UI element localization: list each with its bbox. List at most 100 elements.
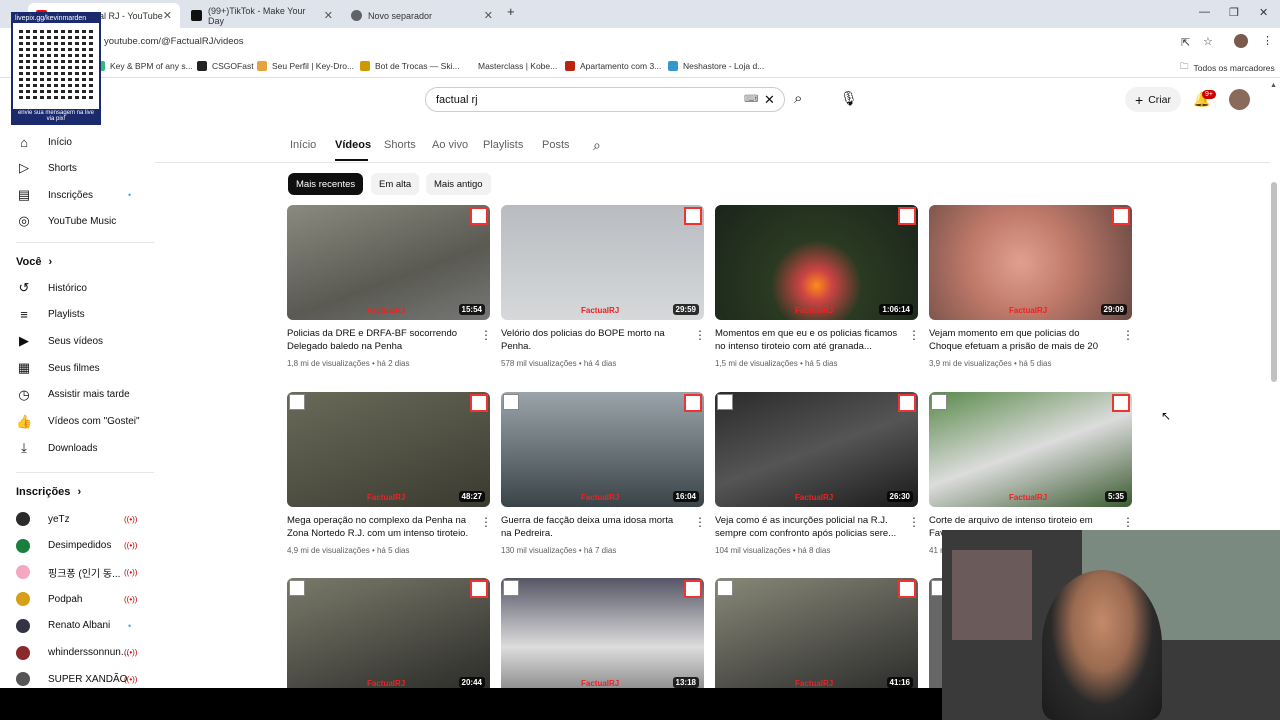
window-close-icon[interactable]: ✕ [1259,6,1268,19]
live-icon: ((•)) [124,674,138,684]
video-title[interactable]: Mega operação no complexo da Penha na Zo… [287,514,472,540]
tab-live[interactable]: Ao vivo [432,139,468,151]
sidebar-item[interactable]: ⌂ Início [16,133,72,151]
video-title[interactable]: Momentos em que eu e os policias ficamos… [715,327,900,353]
bookmark-item[interactable]: Apartamento com 3... [565,61,661,71]
tab-tiktok[interactable]: (99+)TikTok - Make Your Day ✕ [183,3,341,28]
sidebar-sub-item[interactable]: Desimpedidos ((•)) [16,537,137,555]
video-thumbnail[interactable]: FactualRJ 1:06:14 [715,205,918,320]
tab-shorts[interactable]: Shorts [384,139,416,151]
more-vert-icon[interactable]: ⋮ [480,515,492,529]
tab-posts[interactable]: Posts [542,139,570,151]
bookmark-item[interactable]: Neshastore - Loja d... [668,61,764,71]
bookmark-item[interactable]: CSGOFast [197,61,254,71]
mic-icon[interactable]: 🎙 [840,90,858,107]
search-box[interactable]: factual rj ⌨ ✕ [425,87,785,112]
video-thumbnail[interactable]: FactualRJ 29:59 [501,205,704,320]
sidebar-sub-item[interactable]: Podpah ((•)) [16,590,137,608]
more-vert-icon[interactable]: ⋮ [908,515,920,529]
video-meta: 1,8 mi de visualizações • há 2 dias [287,359,410,368]
tab-videos[interactable]: Vídeos [335,139,371,151]
video-title[interactable]: Guerra de facção deixa uma idosa morta n… [501,514,686,540]
close-icon[interactable]: ✕ [163,9,172,22]
url-field[interactable]: youtube.com/@FactualRJ/videos [104,36,244,47]
search-icon[interactable]: ⌕ [593,137,601,154]
video-thumbnail[interactable]: FactualRJ 15:54 [287,205,490,320]
search-input[interactable]: factual rj [436,94,478,106]
sidebar-item[interactable]: ◷ Assistir mais tarde [16,386,129,404]
livepix-qr-overlay: livepix.gg/kevinmarden envie sua mensage… [11,12,101,125]
sidebar-item[interactable]: ↺ Histórico [16,279,87,297]
scrollbar[interactable] [1271,182,1277,382]
create-button[interactable]: + Criar [1125,87,1181,112]
chip-oldest[interactable]: Mais antigo [426,173,491,195]
more-vert-icon[interactable]: ⋮ [1122,328,1134,342]
sidebar-sub-item[interactable]: yeTz ((•)) [16,510,137,528]
video-thumbnail[interactable]: FactualRJ 16:04 [501,392,704,507]
video-title[interactable]: Veja como é as incurções policial na R.J… [715,514,900,540]
video-thumbnail[interactable]: FactualRJ 29:09 [929,205,1132,320]
video-title[interactable]: Policias da DRE e DRFA-BF socorrendo Del… [287,327,472,353]
sidebar-item[interactable]: ◎ YouTube Music [16,212,116,230]
search-icon[interactable]: ⌕ [794,90,802,107]
video-title[interactable]: Velório dos policias do BOPE morto na Pe… [501,327,686,353]
bookmark-item[interactable]: Key & BPM of any s... [95,61,193,71]
sidebar-sub-item[interactable]: 핑크퐁 (인기 동... ((•)) [16,563,137,581]
close-icon[interactable]: ✕ [324,9,333,22]
tab-inicio[interactable]: Início [290,139,316,151]
sidebar-item[interactable]: ⤓ Downloads [16,439,97,457]
more-vert-icon[interactable]: ⋮ [694,328,706,342]
star-icon[interactable]: ☆ [1203,35,1213,48]
more-vert-icon[interactable]: ⋮ [908,328,920,342]
tab-new[interactable]: Novo separador ✕ [343,3,501,28]
sidebar-item[interactable]: ▶ Seus vídeos [16,332,103,350]
video-thumbnail[interactable]: FactualRJ 5:35 [929,392,1132,507]
duration-badge: 16:04 [672,491,699,502]
profile-avatar[interactable] [1234,34,1248,48]
sidebar-item[interactable]: ≡ Playlists [16,306,84,324]
bookmark-item[interactable]: Seu Perfil | Key-Dro... [257,61,354,71]
channel-watermark: FactualRJ [795,493,834,502]
install-icon[interactable]: ⇱ [1181,36,1190,49]
sidebar-sub-item[interactable]: SUPER XANDÃO ((•)) [16,670,137,688]
more-vert-icon[interactable]: ⋮ [1122,515,1134,529]
scroll-up-icon[interactable]: ▲ [1270,82,1277,89]
sidebar-item[interactable]: ▦ Seus filmes [16,359,100,377]
bookmark-item[interactable]: Bot de Trocas — Ski... [360,61,460,71]
qr-watermark-icon [289,394,305,410]
video-thumbnail[interactable]: FactualRJ 26:30 [715,392,918,507]
sidebar-item[interactable]: 👍 Vídeos com "Gostei" [16,413,140,431]
qr-watermark-icon [717,580,733,596]
video-thumbnail[interactable]: FactualRJ 20:44 [287,578,490,693]
minimize-icon[interactable]: — [1199,6,1210,18]
sidebar-item[interactable]: ▤ Inscrições • [16,186,131,204]
subs-section-title[interactable]: Inscrições › [16,486,81,498]
sidebar-sub-item[interactable]: Renato Albani • [16,617,131,635]
close-icon[interactable]: ✕ [484,9,493,22]
video-thumbnail[interactable]: FactualRJ 48:27 [287,392,490,507]
channel-avatar [16,538,30,553]
globe-favicon-icon [351,10,362,21]
tab-playlists[interactable]: Playlists [483,139,523,151]
chip-recent[interactable]: Mais recentes [288,173,364,195]
video-title[interactable]: Vejam momento em que policias do Choque … [929,327,1114,353]
keyboard-icon[interactable]: ⌨ [744,94,758,105]
more-vert-icon[interactable]: ⋮ [1262,34,1273,47]
bookmark-item[interactable]: Masterclass | Kobe... [463,61,557,71]
sidebar-sub-item[interactable]: whinderssonnun... ((•)) [16,644,137,662]
video-thumbnail[interactable]: FactualRJ 41:16 [715,578,918,693]
maximize-icon[interactable]: ❐ [1229,6,1239,19]
chip-popular[interactable]: Em alta [371,173,420,195]
all-bookmarks[interactable]: 🗀 Todos os marcadores [1180,61,1275,75]
duration-badge: 15:54 [458,304,485,315]
more-vert-icon[interactable]: ⋮ [480,328,492,342]
browser-tab-bar: (207) Factual RJ - YouTube ✕ (99+)TikTok… [0,0,1280,28]
qr-watermark-icon [684,207,702,225]
you-section-title[interactable]: Você › [16,256,52,268]
avatar[interactable] [1229,89,1250,110]
clear-icon[interactable]: ✕ [764,92,775,108]
sidebar-item[interactable]: ▷ Shorts [16,159,77,177]
more-vert-icon[interactable]: ⋮ [694,515,706,529]
new-tab-plus-icon[interactable]: + [507,4,515,19]
video-thumbnail[interactable]: FactualRJ 13:18 [501,578,704,693]
